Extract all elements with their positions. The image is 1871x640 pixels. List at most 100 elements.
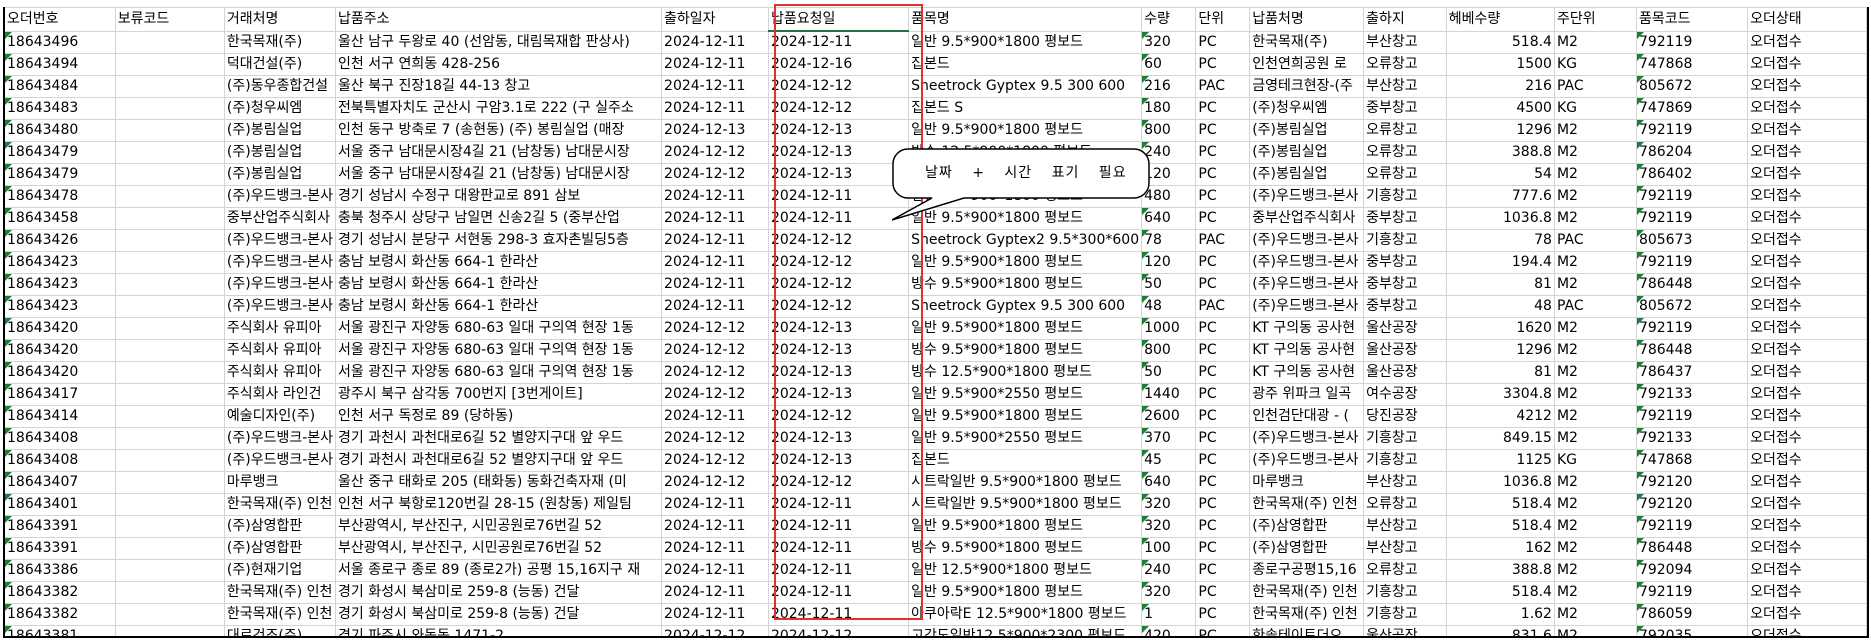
table-cell[interactable]: PC: [1195, 515, 1251, 538]
table-cell[interactable]: [115, 581, 225, 604]
table-cell[interactable]: 2024-12-11: [661, 493, 769, 516]
table-cell[interactable]: 집본드: [908, 449, 1143, 472]
table-cell[interactable]: 18643458: [5, 207, 116, 230]
table-cell[interactable]: 오더접수: [1747, 53, 1867, 76]
table-cell[interactable]: 18643382: [5, 603, 116, 626]
table-cell[interactable]: 805673: [1636, 229, 1749, 252]
table-cell[interactable]: 792133: [1636, 427, 1749, 450]
table-cell[interactable]: 786402: [1636, 163, 1749, 186]
table-cell[interactable]: 18643382: [5, 581, 116, 604]
table-cell[interactable]: [115, 493, 225, 516]
table-cell[interactable]: 집본드: [908, 53, 1143, 76]
table-cell[interactable]: 오류창고: [1363, 493, 1447, 516]
table-cell[interactable]: 방수 12.5*900*1800 평보드: [908, 141, 1143, 164]
table-cell[interactable]: 마루뱅크: [1249, 471, 1365, 494]
table-cell[interactable]: 부산창고: [1363, 31, 1447, 54]
table-cell[interactable]: 1: [1141, 603, 1197, 626]
table-cell[interactable]: KT 구의동 공사현: [1249, 317, 1365, 340]
table-cell[interactable]: 2024-12-12: [661, 361, 769, 384]
table-cell[interactable]: 오더접수: [1747, 295, 1867, 318]
table-cell[interactable]: PC: [1195, 559, 1251, 582]
table-cell[interactable]: 18643496: [5, 31, 116, 54]
table-cell[interactable]: 2024-12-11: [768, 537, 910, 560]
table-cell[interactable]: 1296: [1446, 119, 1555, 142]
table-cell[interactable]: M2: [1554, 31, 1637, 54]
table-cell[interactable]: 마루뱅크: [224, 471, 337, 494]
table-cell[interactable]: M2: [1554, 493, 1637, 516]
table-cell[interactable]: M2: [1554, 141, 1637, 164]
table-cell[interactable]: 1125: [1446, 449, 1555, 472]
table-cell[interactable]: 388.8: [1446, 141, 1555, 164]
table-cell[interactable]: 오더접수: [1747, 603, 1867, 626]
table-cell[interactable]: (주)봉림실업: [1249, 141, 1365, 164]
table-cell[interactable]: (주)우드뱅크-본사: [224, 229, 337, 252]
table-cell[interactable]: 2024-12-12: [661, 141, 769, 164]
column-header[interactable]: 보류코드: [115, 7, 225, 32]
table-cell[interactable]: PC: [1195, 339, 1251, 362]
table-cell[interactable]: (주)우드뱅크-본사: [224, 427, 337, 450]
table-cell[interactable]: 중부창고: [1363, 97, 1447, 120]
table-cell[interactable]: 오더접수: [1747, 163, 1867, 186]
table-cell[interactable]: 주식회사 유피아: [224, 361, 337, 384]
table-cell[interactable]: 320: [1141, 515, 1197, 538]
table-cell[interactable]: 1036.8: [1446, 207, 1555, 230]
table-cell[interactable]: 792133: [1636, 383, 1749, 406]
table-cell[interactable]: 792119: [1636, 207, 1749, 230]
column-header[interactable]: 납품처명: [1249, 7, 1365, 32]
table-cell[interactable]: 800: [1141, 339, 1197, 362]
table-cell[interactable]: PC: [1195, 581, 1251, 604]
column-header[interactable]: 거래처명: [224, 7, 337, 32]
table-cell[interactable]: [115, 163, 225, 186]
table-cell[interactable]: 종로구공평15,16: [1249, 559, 1365, 582]
table-cell[interactable]: 162: [1446, 537, 1555, 560]
table-cell[interactable]: 한국목재(주) 인천: [1249, 603, 1365, 626]
table-cell[interactable]: 중부산업주식회사: [1249, 207, 1365, 230]
table-cell[interactable]: 오더접수: [1747, 515, 1867, 538]
table-cell[interactable]: 2024-12-13: [768, 141, 910, 164]
table-cell[interactable]: M2: [1554, 603, 1637, 626]
table-cell[interactable]: 2024-12-13: [768, 361, 910, 384]
table-cell[interactable]: M2: [1554, 339, 1637, 362]
table-cell[interactable]: PC: [1195, 185, 1251, 208]
table-cell[interactable]: (주)청우씨엠: [1249, 97, 1365, 120]
table-cell[interactable]: M2: [1554, 207, 1637, 230]
table-cell[interactable]: 792119: [1636, 317, 1749, 340]
table-cell[interactable]: (주)봉림실업: [224, 163, 337, 186]
table-cell[interactable]: PC: [1195, 273, 1251, 296]
table-cell[interactable]: 오더접수: [1747, 31, 1867, 54]
table-cell[interactable]: 오더접수: [1747, 361, 1867, 384]
column-header[interactable]: 납품요청일: [768, 7, 910, 32]
table-cell[interactable]: PAC: [1554, 229, 1637, 252]
table-cell[interactable]: 인천연희공원 로: [1249, 53, 1365, 76]
table-cell[interactable]: 2024-12-13: [768, 449, 910, 472]
table-cell[interactable]: 18643408: [5, 449, 116, 472]
table-cell[interactable]: 792119: [1636, 185, 1749, 208]
table-cell[interactable]: 일반 9.5*900*1800 평보드: [908, 207, 1143, 230]
table-cell[interactable]: 인천 서구 연희동 428-256: [335, 53, 663, 76]
table-cell[interactable]: 78: [1446, 229, 1555, 252]
table-cell[interactable]: 오더접수: [1747, 383, 1867, 406]
table-cell[interactable]: 18643386: [5, 559, 116, 582]
table-cell[interactable]: Sheetrock Gyptex 9.5 300 600: [908, 295, 1143, 318]
table-cell[interactable]: 기흥창고: [1363, 581, 1447, 604]
table-cell[interactable]: [115, 251, 225, 274]
table-cell[interactable]: 울산 북구 진장18길 44-13 창고: [335, 75, 663, 98]
table-cell[interactable]: 서울 종로구 종로 89 (종로2가) 공평 15,16지구 재: [335, 559, 663, 582]
column-header[interactable]: 헤베수량: [1446, 7, 1555, 32]
table-cell[interactable]: 오더접수: [1747, 207, 1867, 230]
table-cell[interactable]: 덕대건설(주): [224, 53, 337, 76]
table-cell[interactable]: 아쿠아락E 12.5*900*1800 평보드: [908, 603, 1143, 626]
table-cell[interactable]: M2: [1554, 317, 1637, 340]
table-cell[interactable]: 중부창고: [1363, 207, 1447, 230]
table-cell[interactable]: M2: [1554, 273, 1637, 296]
table-cell[interactable]: PC: [1195, 405, 1251, 428]
table-cell[interactable]: 주식회사 라인건: [224, 383, 337, 406]
table-cell[interactable]: 한국목재(주) 인천: [224, 493, 337, 516]
table-cell[interactable]: 18643417: [5, 383, 116, 406]
table-cell[interactable]: 2024-12-11: [768, 603, 910, 626]
table-cell[interactable]: (주)우드뱅크-본사: [224, 295, 337, 318]
table-cell[interactable]: 2024-12-11: [661, 559, 769, 582]
table-cell[interactable]: 2024-12-11: [768, 515, 910, 538]
table-cell[interactable]: PC: [1195, 383, 1251, 406]
table-cell[interactable]: 792120: [1636, 493, 1749, 516]
